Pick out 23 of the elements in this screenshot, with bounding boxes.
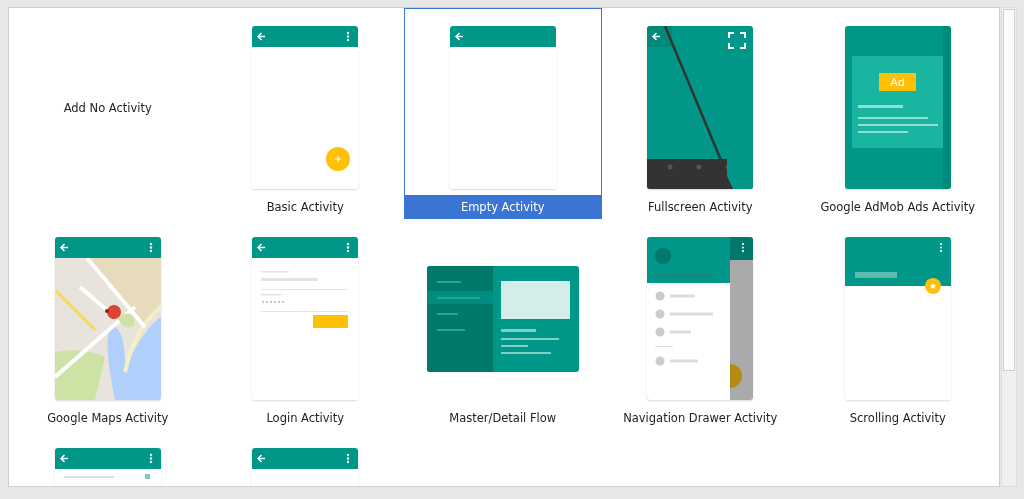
template-label: Google Maps Activity	[46, 409, 170, 427]
scrollbar-thumb[interactable]	[1003, 9, 1015, 371]
template-tile[interactable]: Master/Detail Flow	[404, 219, 602, 430]
template-tile[interactable]: Basic Activity	[206, 8, 404, 219]
template-tile[interactable]: Login Activity	[206, 219, 404, 430]
template-tile[interactable]: Google Maps Activity	[9, 219, 207, 430]
scrollbar[interactable]	[1001, 7, 1017, 487]
template-label: Empty Activity	[405, 195, 601, 218]
template-label: Fullscreen Activity	[646, 198, 754, 216]
template-tile[interactable]: Navigation Drawer Activity	[601, 219, 799, 430]
template-label: Google AdMob Ads Activity	[819, 198, 977, 216]
template-label: Login Activity	[265, 409, 346, 427]
template-label: Add No Activity	[63, 100, 152, 115]
template-tile[interactable]: Ad Google AdMob Ads Activity	[799, 8, 997, 219]
template-label: Scrolling Activity	[848, 409, 947, 427]
template-label: Navigation Drawer Activity	[622, 409, 779, 427]
template-label: Master/Detail Flow	[448, 409, 558, 427]
ad-badge: Ad	[878, 73, 916, 91]
template-tile[interactable]: Fullscreen Activity	[601, 8, 799, 219]
template-tile[interactable]: Empty Activity	[404, 8, 602, 219]
template-label: Basic Activity	[265, 198, 345, 216]
template-tile[interactable]: Scrolling Activity	[799, 219, 997, 430]
template-tile[interactable]: Add No Activity	[9, 8, 207, 219]
